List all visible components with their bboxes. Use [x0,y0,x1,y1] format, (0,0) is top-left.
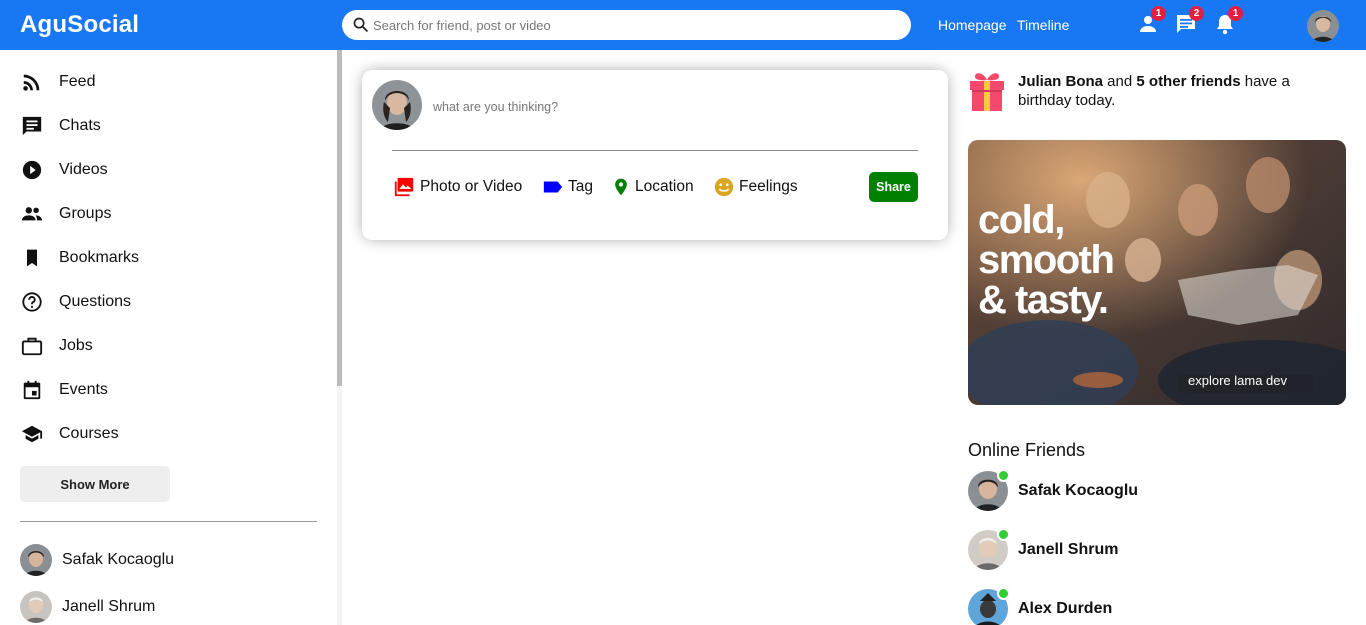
sidebar-item-videos[interactable]: Videos [20,155,108,185]
school-icon [20,422,44,446]
location-label: Location [635,178,694,195]
advertisement-image[interactable]: cold, smooth & tasty. explore lama dev [968,140,1346,405]
online-friends-title: Online Friends [968,440,1086,460]
homepage-link[interactable]: Homepage [938,17,1007,33]
emoji-icon [713,176,735,198]
sidebar-friend-item[interactable]: Safak Kocaoglu [20,544,174,576]
messages-button[interactable]: 2 [1174,6,1204,40]
birthday-text: Julian Bona and 5 other friends have a b… [1018,73,1290,109]
friend-name: Safak Kocaoglu [62,551,175,568]
briefcase-icon [20,334,44,358]
sidebar-item-label: Events [59,381,108,398]
rss-feed-icon [20,70,44,94]
sidebar-item-label: Courses [59,425,119,442]
online-friend-item[interactable]: Alex Durden [968,587,1113,625]
sidebar: Feed Chats Videos Groups Bookmarks Quest… [0,50,338,625]
sidebar-item-bookmarks[interactable]: Bookmarks [20,243,139,273]
topbar: AguSocial Homepage Timeline 1 2 1 [0,0,1366,50]
profile-avatar[interactable] [1307,10,1339,42]
friend-avatar [20,544,52,576]
sidebar-item-label: Groups [59,205,112,222]
sidebar-item-label: Feed [59,73,96,90]
friend-requests-button[interactable]: 1 [1136,6,1166,40]
ad-slogan: cold, smooth & tasty. [978,198,1115,322]
friend-name: Janell Shrum [62,598,156,615]
sidebar-item-label: Bookmarks [59,249,140,266]
bookmark-icon [20,246,44,270]
share-box: Photo or Video Tag Location Feelings Sha… [362,70,948,240]
sidebar-item-label: Chats [59,117,101,134]
chat-icon [20,114,44,138]
photo-library-icon [392,176,416,198]
play-circle-icon [20,158,44,182]
calendar-icon [20,378,44,402]
user-avatar [372,80,422,130]
show-more-button[interactable]: Show More [20,466,170,502]
sidebar-scrollbar-thumb[interactable] [337,50,342,386]
birthday-name[interactable]: Julian Bona [1018,73,1103,90]
photo-video-label: Photo or Video [420,178,523,195]
feelings-option[interactable]: Feelings [713,176,798,198]
logo[interactable]: AguSocial [20,11,139,39]
tag-label: Tag [568,178,593,195]
notifications-badge: 1 [1228,6,1243,21]
online-status-dot [997,587,1010,600]
help-circle-icon [20,290,44,314]
sidebar-item-label: Questions [59,293,132,310]
sidebar-item-chats[interactable]: Chats [20,111,101,141]
timeline-link[interactable]: Timeline [1017,17,1069,33]
search-bar[interactable] [342,10,911,40]
gift-icon [968,70,1006,117]
tag-option[interactable]: Tag [542,176,593,198]
online-friend-avatar [968,528,1010,570]
sidebar-divider [20,521,317,522]
bell-icon [1213,15,1237,40]
messages-badge: 2 [1189,6,1204,21]
online-friend-name: Alex Durden [1018,600,1113,617]
friend-avatar [20,591,52,623]
ad-footer: explore lama dev [1188,373,1287,388]
sidebar-item-jobs[interactable]: Jobs [20,331,93,361]
location-pin-icon [611,176,631,198]
sidebar-friend-item[interactable]: Janell Shrum [20,591,155,623]
search-input[interactable] [373,15,893,35]
feelings-label: Feelings [739,178,798,195]
sidebar-item-events[interactable]: Events [20,375,108,405]
online-friend-item[interactable]: Janell Shrum [968,528,1119,570]
online-friend-avatar [968,469,1010,511]
location-option[interactable]: Location [611,176,694,198]
birthday-others[interactable]: 5 other friends [1136,73,1240,90]
sidebar-item-label: Videos [59,161,108,178]
group-icon [20,202,44,226]
person-icon [1136,16,1160,40]
label-icon [542,176,564,198]
online-friend-name: Janell Shrum [1018,541,1119,558]
chat-icon [1174,15,1198,40]
share-divider [392,150,918,151]
notifications-button[interactable]: 1 [1213,6,1243,40]
friend-requests-badge: 1 [1151,6,1166,21]
sidebar-item-groups[interactable]: Groups [20,199,111,229]
post-input[interactable] [433,97,913,117]
online-status-dot [997,528,1010,541]
photo-video-option[interactable]: Photo or Video [392,176,522,198]
search-icon [352,16,369,38]
online-friend-avatar [968,587,1010,625]
online-friend-item[interactable]: Safak Kocaoglu [968,469,1139,511]
online-status-dot [997,469,1010,482]
sidebar-item-feed[interactable]: Feed [20,67,95,97]
share-button[interactable]: Share [869,172,918,202]
sidebar-item-label: Jobs [59,337,93,354]
online-friend-name: Safak Kocaoglu [1018,482,1139,499]
sidebar-item-courses[interactable]: Courses [20,419,119,449]
sidebar-item-questions[interactable]: Questions [20,287,131,317]
